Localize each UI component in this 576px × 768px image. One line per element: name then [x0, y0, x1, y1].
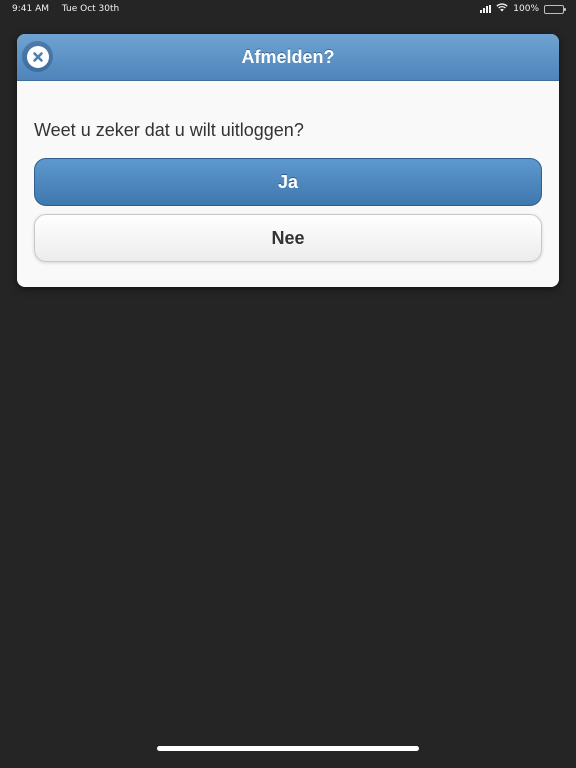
- wifi-icon: [496, 3, 508, 15]
- status-right: 100%: [480, 3, 566, 15]
- home-indicator[interactable]: [157, 746, 419, 751]
- status-date: Tue Oct 30th: [61, 4, 120, 14]
- battery-icon: [544, 4, 566, 14]
- cellular-signal-icon: [480, 5, 492, 13]
- dialog-title: Afmelden?: [241, 47, 335, 67]
- dialog-header: Afmelden?: [17, 34, 559, 81]
- status-left: 9:41 AM Tue Oct 30th: [12, 4, 119, 14]
- dialog-message: Weet u zeker dat u wilt uitloggen?: [34, 120, 304, 140]
- cancel-button[interactable]: Nee: [34, 214, 542, 262]
- status-bar: 9:41 AM Tue Oct 30th 100%: [0, 0, 576, 20]
- confirm-button[interactable]: Ja: [34, 158, 542, 206]
- logout-dialog: Afmelden? Weet u zeker dat u wilt uitlog…: [17, 34, 559, 287]
- status-time: 9:41 AM: [12, 4, 49, 14]
- battery-percent: 100%: [513, 4, 539, 14]
